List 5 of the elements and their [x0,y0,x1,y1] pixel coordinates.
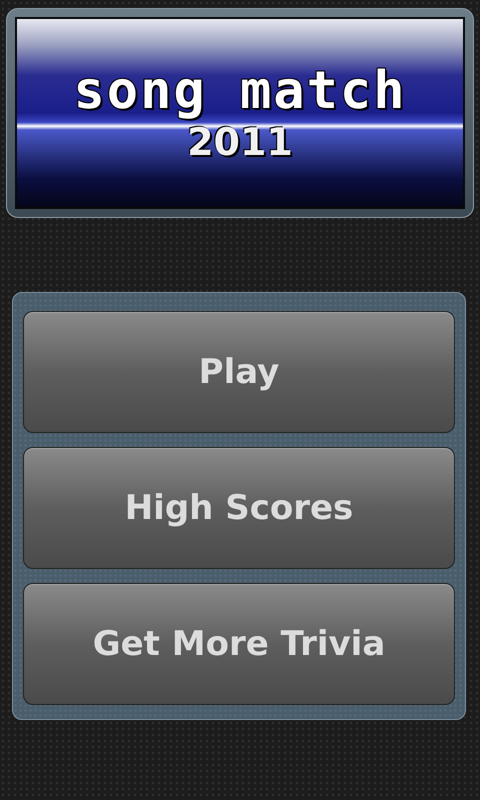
logo-year: 2011 [187,123,293,161]
menu-button[interactable]: Get More Trivia [23,583,455,705]
menu-button[interactable]: High Scores [23,447,455,569]
menu-button[interactable]: Play [23,311,455,433]
logo-title: song match [73,65,407,117]
